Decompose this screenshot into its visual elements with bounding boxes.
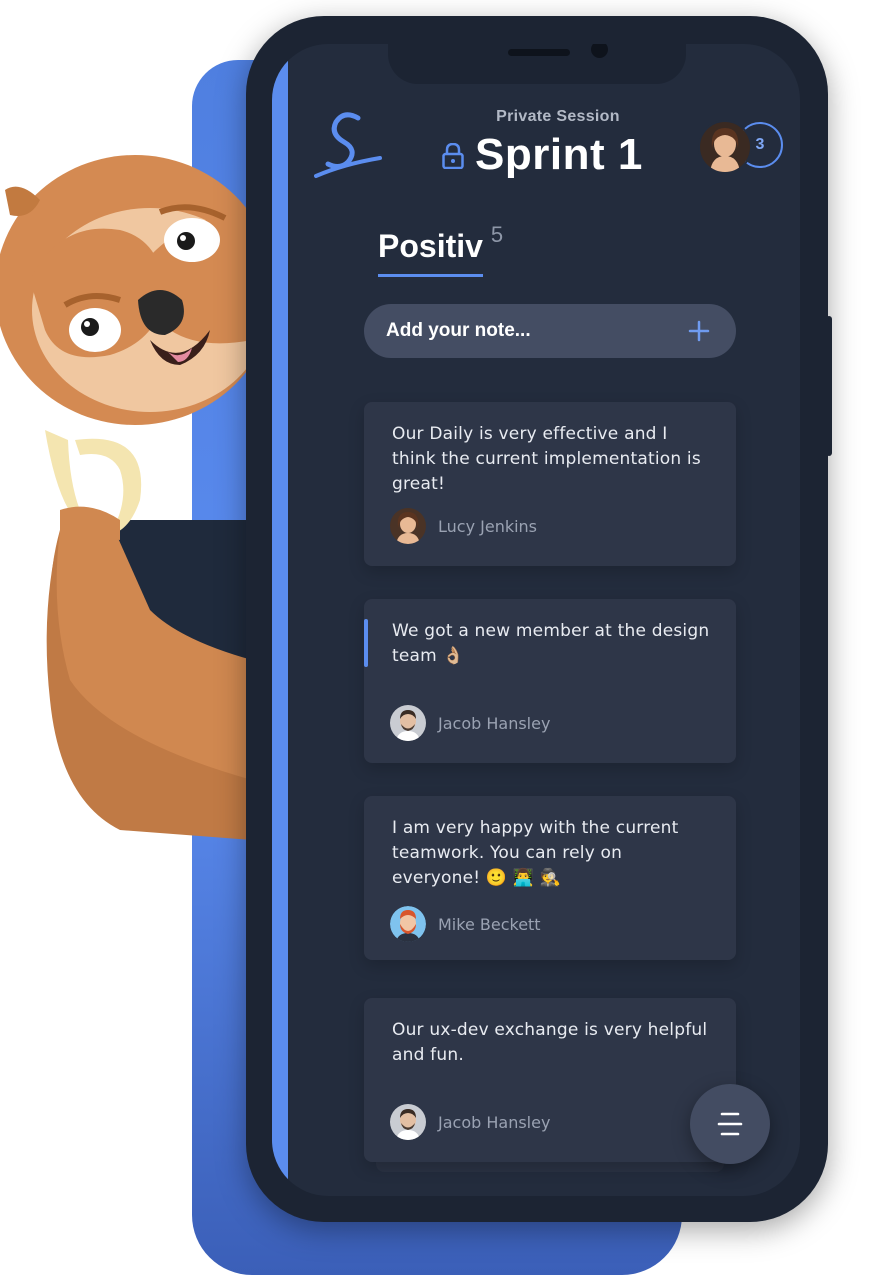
session-title-row: Sprint 1 <box>442 130 643 180</box>
column-title: Positiv <box>378 226 483 277</box>
note-author: Lucy Jenkins <box>390 508 537 544</box>
author-avatar <box>390 906 426 942</box>
speaker-grille <box>508 49 570 56</box>
session-title: Sprint 1 <box>475 130 643 179</box>
note-author: Jacob Hansley <box>390 705 550 741</box>
author-name: Lucy Jenkins <box>438 516 538 536</box>
column-count: 5 <box>490 222 504 247</box>
author-avatar <box>390 1104 426 1140</box>
session-type-label: Private Session <box>496 108 620 125</box>
author-name: Jacob Hansley <box>438 713 551 733</box>
note-card[interactable]: Our Daily is very effective and I think … <box>364 402 736 566</box>
author-name: Mike Beckett <box>438 914 541 934</box>
note-text: We got a new member at the design team 👌… <box>392 621 710 666</box>
column-tab-positiv[interactable]: Positiv 5 <box>378 222 503 277</box>
note-card[interactable]: Our ux-dev exchange is very helpful and … <box>364 998 736 1162</box>
author-avatar <box>390 705 426 741</box>
note-author: Jacob Hansley <box>390 1104 550 1140</box>
note-card[interactable]: We got a new member at the design team 👌… <box>364 599 736 763</box>
front-camera <box>591 44 608 58</box>
add-note-placeholder: Add your note... <box>386 320 531 341</box>
menu-icon <box>717 1112 743 1136</box>
author-avatar <box>390 508 426 544</box>
selected-marker <box>364 619 368 667</box>
accent-bar <box>272 44 288 1196</box>
note-author: Mike Beckett <box>390 906 541 942</box>
note-text: I am very happy with the current teamwor… <box>392 818 679 888</box>
author-name: Jacob Hansley <box>438 1112 551 1132</box>
script-s-logo-icon[interactable] <box>314 110 388 180</box>
menu-button[interactable] <box>690 1084 770 1164</box>
note-text: Our ux-dev exchange is very helpful and … <box>392 1020 708 1065</box>
app-screen: Private Session Sprint 1 3 Positiv 5 Add… <box>272 44 800 1196</box>
lock-icon <box>442 143 464 169</box>
plus-icon[interactable] <box>688 320 710 342</box>
note-text: Our Daily is very effective and I think … <box>392 424 701 494</box>
phone-side-button <box>826 316 832 456</box>
sloth-mascot-illustration <box>0 155 252 840</box>
note-card[interactable]: I am very happy with the current teamwor… <box>364 796 736 960</box>
add-note-input[interactable]: Add your note... <box>364 304 736 358</box>
phone-notch <box>388 44 686 84</box>
participant-avatar[interactable] <box>698 120 752 174</box>
